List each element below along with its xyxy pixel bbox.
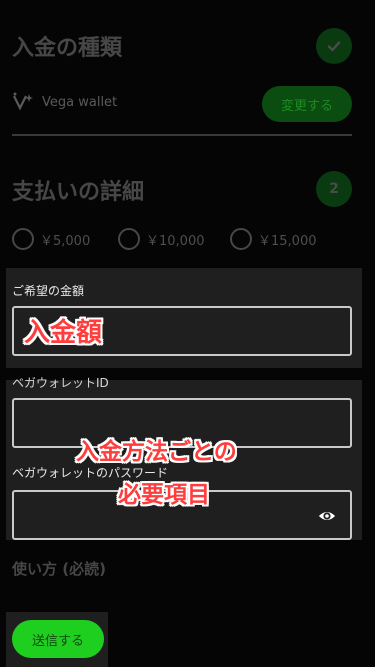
amount-label: ご希望の金額	[12, 284, 85, 298]
amount-option-label: ￥5,000	[40, 233, 91, 249]
radio-button[interactable]	[118, 228, 140, 250]
vega-logo-icon	[13, 92, 33, 111]
submit-button[interactable]: 送信する	[12, 620, 104, 658]
usage-instructions-title[interactable]: 使い方 (必読)	[12, 558, 106, 579]
fields-annotation-line2: 必要項目	[118, 482, 210, 508]
step-number-badge: 2	[316, 171, 352, 207]
amount-option-label: ￥10,000	[146, 233, 205, 249]
amount-option-label: ￥15,000	[258, 233, 317, 249]
radio-button[interactable]	[12, 228, 34, 250]
section-divider	[12, 134, 352, 136]
amount-option-10000[interactable]: ￥10,000	[118, 228, 205, 250]
check-icon	[327, 41, 341, 52]
radio-button[interactable]	[230, 228, 252, 250]
amount-option-5000[interactable]: ￥5,000	[12, 228, 90, 250]
wallet-id-label: ベガウォレットID	[12, 376, 109, 390]
payment-details-title: 支払いの詳細	[12, 180, 145, 205]
deposit-type-title: 入金の種類	[12, 36, 123, 61]
wallet-fields-panel: ベガウォレットID ベガウォレットのパスワード 入金方法ごとの 必要項目	[6, 376, 362, 540]
selected-wallet: Vega wallet	[12, 92, 117, 112]
amount-panel: ご希望の金額 入金額	[6, 268, 362, 368]
step-complete-badge	[316, 28, 352, 64]
change-deposit-type-button[interactable]: 変更する	[262, 86, 352, 122]
step-number: 2	[329, 181, 339, 197]
eye-icon[interactable]	[318, 507, 336, 525]
deposit-page: 入金の種類 Vega wallet 変更する 支払いの詳細 2 ￥5,000 ￥…	[0, 0, 375, 667]
amount-option-15000[interactable]: ￥15,000	[230, 228, 317, 250]
amount-annotation: 入金額	[24, 318, 103, 348]
wallet-name: Vega wallet	[42, 94, 118, 110]
fields-annotation-line1: 入金方法ごとの	[76, 439, 237, 465]
